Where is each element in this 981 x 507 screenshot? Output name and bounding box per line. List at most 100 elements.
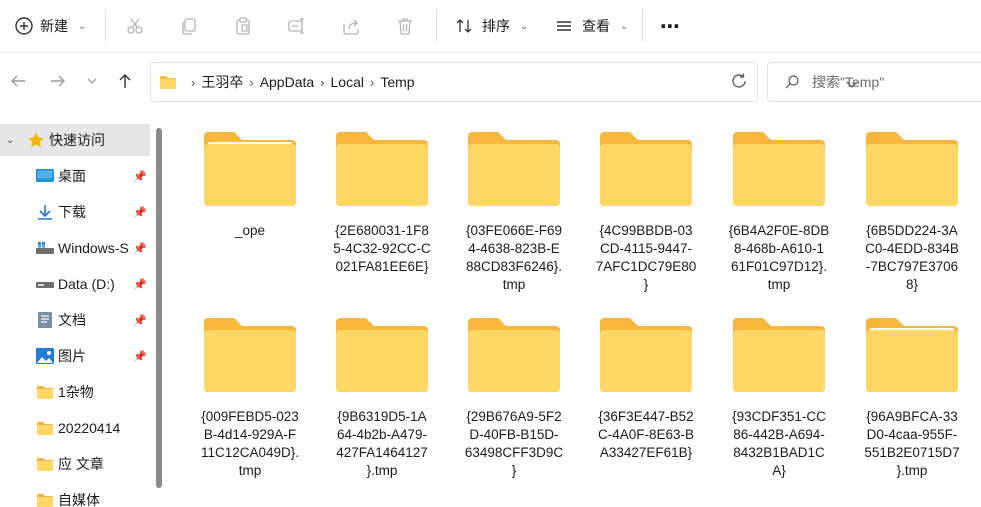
sidebar-item-label: 文档 [58, 312, 86, 328]
sidebar-item-documents[interactable]: 文档 📌 [0, 304, 150, 336]
search-input[interactable]: 搜索"Temp" [767, 62, 981, 102]
folder-item[interactable]: {9B6319D5-1A 64-4b2b-A479- 427FA1464127}.t… [322, 316, 442, 480]
folder-name-line: D-40FB-B15D- [469, 427, 559, 442]
arrow-up-icon [119, 74, 131, 88]
folder-icon [336, 318, 428, 392]
sidebar-item-downloads[interactable]: 下载 📌 [0, 196, 150, 228]
delete-icon [398, 18, 412, 35]
folder-name-line: }.tmp [896, 463, 928, 478]
divider [642, 10, 643, 42]
folder-name-line: {9B6319D5-1A [337, 409, 427, 424]
folder-item[interactable]: {4C99BBDB-03 CD-4115-9447- 7AFC1DC79E80} [586, 130, 706, 294]
folder-item[interactable]: {009FEBD5-023 B-4d14-929A-F 11C12CA049D}. t… [190, 316, 310, 480]
breadcrumb-temp[interactable]: Temp [380, 74, 414, 90]
sidebar-item-folder[interactable]: 1杂物 [0, 376, 150, 408]
breadcrumb-local[interactable]: Local [331, 74, 364, 90]
folder-item[interactable]: {36F3E447-B52 C-4A0F-8E63-B A33427EF61B} [586, 316, 706, 462]
sidebar-item-folder[interactable]: 应 文章 [0, 448, 150, 480]
folder-name-line: D0-4caa-955F- [866, 427, 958, 442]
share-button[interactable] [338, 13, 364, 39]
view-button[interactable]: 查看 ⌄ [554, 13, 628, 39]
back-button[interactable] [6, 69, 30, 93]
recent-locations-button[interactable] [80, 69, 104, 93]
folder-icon [866, 132, 958, 206]
sidebar-item-quick-access[interactable]: ⌄ 快速访问 [0, 124, 150, 156]
paste-icon [236, 17, 250, 35]
folder-name-line: {2E680031-1F8 [335, 223, 429, 238]
folder-icon [37, 422, 53, 435]
folder-item[interactable]: {03FE066E-F69 4-4638-823B-E 88CD83F6246}. t… [454, 130, 574, 294]
delete-button[interactable] [392, 13, 418, 39]
folder-name-line: C-4A0F-8E63-B [597, 427, 695, 442]
sidebar-item-desktop[interactable]: 桌面 📌 [0, 160, 150, 192]
forward-button[interactable] [46, 69, 70, 93]
folder-icon [37, 458, 53, 471]
share-icon [343, 19, 359, 35]
sort-button[interactable]: 排序 ⌄ [454, 13, 528, 39]
view-label: 查看 [582, 18, 610, 34]
address-bar[interactable]: › 王羽卒 › AppData › Local › Temp [150, 62, 858, 102]
folder-name-line: 63498CFF3D9C [464, 445, 564, 460]
folder-name: {4C99BBDB-03 CD-4115-9447- 7AFC1DC79E80} [590, 222, 702, 294]
folder-name-line: 551B2E0715D7 [864, 445, 960, 460]
folder-icon [600, 318, 692, 392]
command-bar: 新建 ⌄ 排序 ⌄ 查看 ⌄ ⋯ [0, 0, 981, 52]
folder-name-line: } [511, 463, 517, 478]
breadcrumb-separator: › [191, 74, 196, 90]
pin-icon: 📌 [133, 170, 147, 183]
copy-button[interactable] [176, 13, 202, 39]
folder-name-line: 021FA81EE6E} [335, 259, 429, 274]
sidebar-item-label: 图片 [58, 348, 86, 364]
folder-name-line: 86-442B-A694- [733, 427, 825, 442]
folder-item[interactable]: {6B5DD224-3A C0-4EDD-834B -7BC797E3706 8} [852, 130, 972, 294]
folder-name-line: C0-4EDD-834B [865, 241, 959, 256]
new-button[interactable]: 新建 ⌄ [14, 12, 86, 40]
folder-name-line: A33427EF61B} [599, 445, 693, 460]
breadcrumb-separator: › [369, 74, 375, 90]
pin-icon: 📌 [133, 350, 147, 363]
sidebar-item-pictures[interactable]: 图片 📌 [0, 340, 150, 372]
sidebar-item-data-drive[interactable]: Data (D:) 📌 [0, 268, 150, 300]
folder-name-line: A} [772, 463, 786, 478]
search-placeholder: 搜索"Temp" [812, 74, 885, 90]
sidebar-item-folder[interactable]: 20220414 [0, 412, 150, 444]
star-icon [28, 132, 44, 148]
folder-item[interactable]: {6B4A2F0E-8DB 8-468b-A610-1 61F01C97D12}. t… [719, 130, 839, 294]
folder-name-line: 5-4C32-92CC-C [333, 241, 431, 256]
sidebar-scrollbar[interactable] [156, 128, 162, 488]
more-options-button[interactable]: ⋯ [660, 13, 680, 39]
navigation-pane: ⌄ 快速访问 桌面 📌 下载 📌 Windows-S 📌 Data (D:) 📌… [0, 118, 168, 507]
folder-name: _ope [194, 222, 306, 240]
rename-button[interactable] [284, 13, 310, 39]
folder-name-line: 11C12CA049D}. [200, 445, 300, 460]
search-icon [785, 75, 799, 89]
up-button[interactable] [113, 69, 137, 93]
arrow-left-icon [11, 75, 25, 87]
breadcrumb-user[interactable]: 王羽卒 [201, 72, 243, 92]
breadcrumb-appdata[interactable]: AppData [260, 74, 314, 90]
folder-item[interactable]: _ope [190, 130, 310, 240]
folder-name-line: {36F3E447-B52 [598, 409, 694, 424]
view-list-icon [557, 21, 571, 31]
chevron-down-icon: ⌄ [620, 20, 629, 32]
paste-button[interactable] [230, 13, 256, 39]
cut-icon [127, 18, 143, 34]
folder-item[interactable]: {96A9BFCA-33 D0-4caa-955F- 551B2E0715D7}.t… [852, 316, 972, 480]
folder-item[interactable]: {2E680031-1F8 5-4C32-92CC-C 021FA81EE6E} [322, 130, 442, 276]
folder-name-line: {29B676A9-5F2 [466, 409, 562, 424]
sidebar-item-folder[interactable]: 自媒体 [0, 484, 150, 507]
more-icon: ⋯ [660, 15, 680, 38]
cut-button[interactable] [122, 13, 148, 39]
folder-icon [733, 132, 825, 206]
folder-item[interactable]: {93CDF351-CC 86-442B-A694- 8432B1BAD1C A} [719, 316, 839, 480]
chevron-down-icon[interactable]: ⌄ [6, 135, 14, 146]
folder-icon [866, 318, 958, 392]
sidebar-item-windows-drive[interactable]: Windows-S 📌 [0, 232, 150, 264]
folder-name-line: 8-468b-A610-1 [733, 241, 825, 256]
folder-name-line: 7AFC1DC79E80 [595, 259, 697, 274]
drive-c-icon [36, 242, 54, 254]
new-label: 新建 [40, 18, 68, 34]
folder-item[interactable]: {29B676A9-5F2 D-40FB-B15D- 63498CFF3D9C} [454, 316, 574, 480]
sidebar-item-label: 桌面 [58, 168, 86, 184]
refresh-button[interactable] [730, 72, 748, 90]
